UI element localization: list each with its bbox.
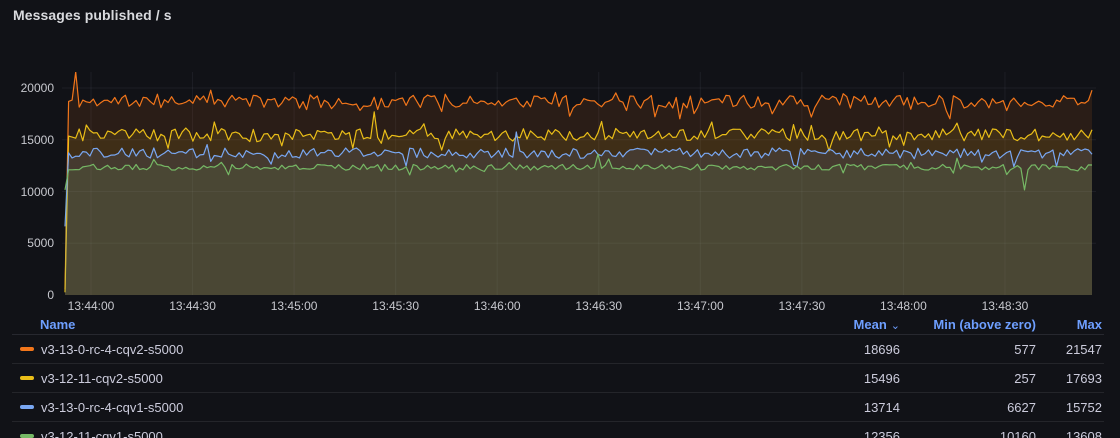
y-tick-label: 0 — [0, 287, 54, 303]
legend-max-value: 21547 — [1038, 342, 1104, 357]
legend-table: Name Mean ⌄ Min (above zero) Max v3-13-0-… — [12, 314, 1104, 438]
legend-column-max[interactable]: Max — [1038, 317, 1104, 332]
series-color-swatch — [20, 347, 34, 351]
legend-max-value: 13608 — [1038, 429, 1104, 438]
x-tick-label: 13:44:00 — [68, 299, 115, 313]
x-tick-label: 13:48:30 — [982, 299, 1029, 313]
x-tick-label: 13:45:30 — [372, 299, 419, 313]
x-tick-label: 13:44:30 — [169, 299, 216, 313]
legend-mean-value: 18696 — [782, 342, 902, 357]
x-tick-label: 13:46:00 — [474, 299, 521, 313]
legend-header: Name Mean ⌄ Min (above zero) Max — [12, 314, 1104, 335]
legend-series-name[interactable]: v3-12-11-cqv1-s5000 — [12, 429, 782, 438]
legend-rows: v3-13-0-rc-4-cqv2-s50001869657721547v3-1… — [12, 335, 1104, 438]
legend-column-name[interactable]: Name — [12, 317, 782, 332]
x-tick-label: 13:48:00 — [880, 299, 927, 313]
legend-column-mean[interactable]: Mean ⌄ — [782, 317, 902, 332]
series-area — [65, 154, 1092, 295]
time-series-plot[interactable] — [62, 72, 1096, 295]
legend-mean-value: 15496 — [782, 371, 902, 386]
legend-series-label: v3-12-11-cqv1-s5000 — [41, 429, 163, 438]
legend-series-label: v3-13-0-rc-4-cqv2-s5000 — [41, 342, 183, 357]
legend-max-value: 17693 — [1038, 371, 1104, 386]
legend-row: v3-13-0-rc-4-cqv2-s5000 1869657721547 — [12, 335, 1104, 364]
panel-title[interactable]: Messages published / s — [13, 7, 172, 23]
legend-mean-value: 13714 — [782, 400, 902, 415]
legend-max-value: 15752 — [1038, 400, 1104, 415]
sort-desc-icon: ⌄ — [891, 320, 900, 332]
legend-series-name[interactable]: v3-13-0-rc-4-cqv1-s5000 — [12, 400, 782, 415]
series-color-swatch — [20, 405, 34, 409]
x-tick-label: 13:46:30 — [575, 299, 622, 313]
x-tick-label: 13:47:30 — [778, 299, 825, 313]
legend-series-name[interactable]: v3-13-0-rc-4-cqv2-s5000 — [12, 342, 782, 357]
legend-column-mean-label: Mean — [854, 317, 887, 332]
legend-min-value: 6627 — [902, 400, 1038, 415]
legend-mean-value: 12356 — [782, 429, 902, 438]
y-tick-label: 10000 — [0, 184, 54, 200]
y-tick-label: 5000 — [0, 235, 54, 251]
legend-min-value: 10160 — [902, 429, 1038, 438]
x-tick-label: 13:45:00 — [271, 299, 318, 313]
y-tick-label: 20000 — [0, 80, 54, 96]
y-tick-label: 15000 — [0, 132, 54, 148]
legend-series-label: v3-12-11-cqv2-s5000 — [41, 371, 163, 386]
legend-min-value: 257 — [902, 371, 1038, 386]
x-tick-label: 13:47:00 — [677, 299, 724, 313]
legend-row: v3-13-0-rc-4-cqv1-s5000 13714662715752 — [12, 393, 1104, 422]
legend-row: v3-12-11-cqv2-s5000 1549625717693 — [12, 364, 1104, 393]
y-axis: 05000100001500020000 — [0, 72, 54, 298]
series-color-swatch — [20, 376, 34, 380]
legend-series-name[interactable]: v3-12-11-cqv2-s5000 — [12, 371, 782, 386]
legend-min-value: 577 — [902, 342, 1038, 357]
series-color-swatch — [20, 434, 34, 438]
legend-series-label: v3-13-0-rc-4-cqv1-s5000 — [41, 400, 183, 415]
grafana-panel: Messages published / s 0 5000 10000 15000 20… — [0, 0, 1120, 438]
legend-row: v3-12-11-cqv1-s5000 123561016013608 — [12, 422, 1104, 438]
legend-column-min[interactable]: Min (above zero) — [902, 317, 1038, 332]
